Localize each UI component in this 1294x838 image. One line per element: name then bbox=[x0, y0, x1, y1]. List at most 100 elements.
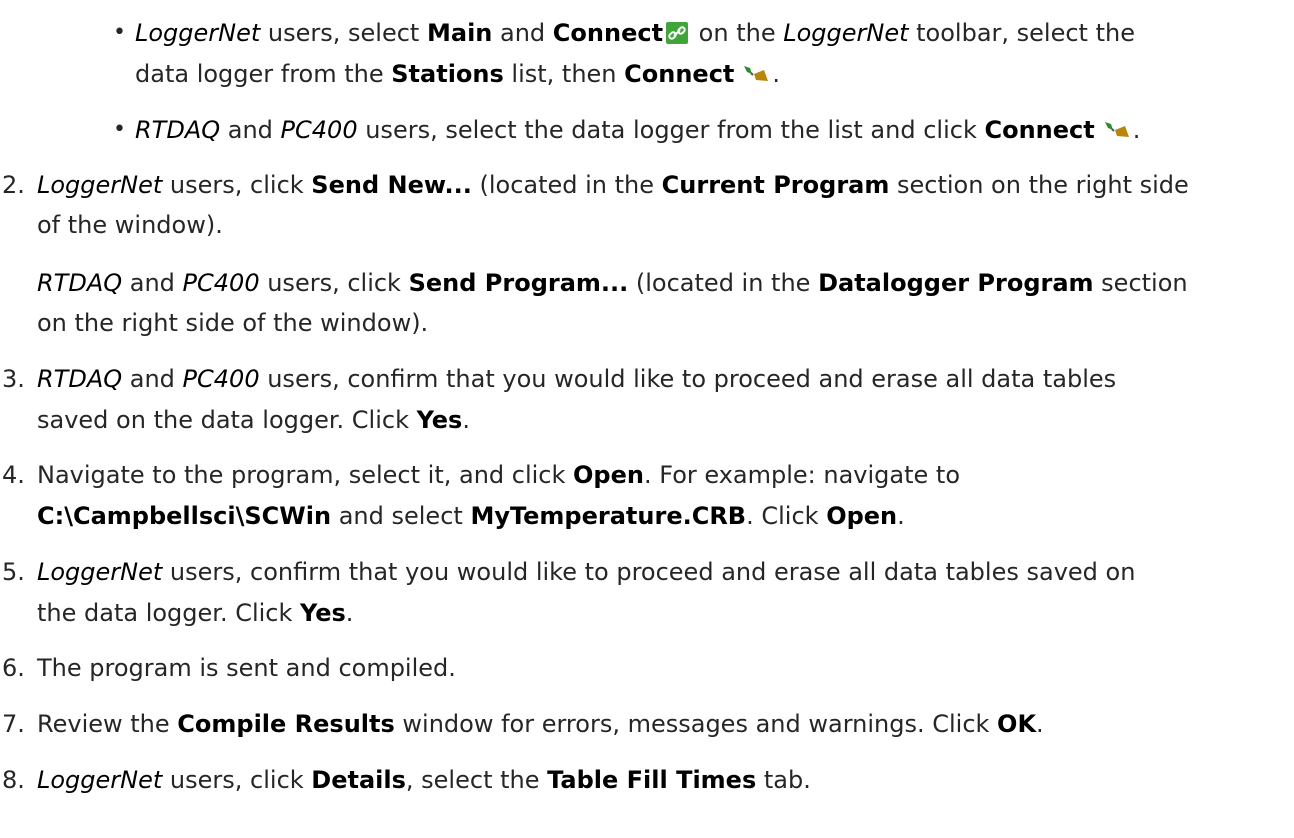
text-run: users, select the data logger from the l… bbox=[357, 116, 985, 144]
text-run: . bbox=[462, 406, 470, 434]
step-number: 6. bbox=[2, 654, 25, 682]
text-line: RTDAQ and PC400 users, click Send Progra… bbox=[37, 264, 1188, 302]
ui-term: Yes bbox=[416, 406, 463, 434]
product-name: LoggerNet bbox=[37, 558, 163, 586]
text-run: list, then bbox=[503, 60, 625, 88]
plug-icon-wrapper bbox=[742, 60, 770, 88]
text-line: The program is sent and compiled. bbox=[37, 649, 456, 687]
ui-term: C:\Campbellsci\SCWin bbox=[37, 502, 332, 530]
ui-term: Connect bbox=[624, 60, 735, 88]
product-name: PC400 bbox=[280, 116, 358, 144]
text-run: and bbox=[492, 19, 553, 47]
text-run: saved on the data logger. Click bbox=[37, 406, 417, 434]
ui-term: Table Fill Times bbox=[547, 766, 757, 794]
product-name: LoggerNet bbox=[135, 19, 261, 47]
text-run: and bbox=[220, 116, 281, 144]
text-line: LoggerNet users, click Send New... (loca… bbox=[37, 166, 1189, 204]
text-line: Navigate to the program, select it, and … bbox=[37, 456, 960, 494]
bullet-marker: • bbox=[113, 117, 126, 142]
text-line: the data logger. Click Yes. bbox=[37, 594, 353, 632]
text-run: window for errors, messages and warnings… bbox=[394, 710, 998, 738]
text-run: users, confirm that you would like to pr… bbox=[259, 365, 1117, 393]
step-number: 2. bbox=[2, 171, 25, 199]
ui-term: OK bbox=[997, 710, 1037, 738]
product-name: RTDAQ bbox=[37, 365, 123, 393]
ui-term: Connect bbox=[984, 116, 1095, 144]
text-run: the data logger. Click bbox=[37, 599, 301, 627]
ui-term: Current Program bbox=[661, 171, 890, 199]
ui-term: Yes bbox=[300, 599, 346, 627]
step-number: 5. bbox=[2, 558, 25, 586]
ui-term: Stations bbox=[391, 60, 504, 88]
product-name: LoggerNet bbox=[37, 766, 163, 794]
step-number: 4. bbox=[2, 461, 25, 489]
product-name: RTDAQ bbox=[37, 269, 123, 297]
text-run: The program is sent and compiled. bbox=[37, 654, 456, 682]
document-page: • LoggerNet users, select Main and Connec… bbox=[0, 0, 1294, 838]
ui-term: Datalogger Program bbox=[818, 269, 1094, 297]
text-line: of the window). bbox=[37, 206, 223, 244]
text-line: LoggerNet users, click Details, select t… bbox=[37, 761, 811, 799]
text-run: . For example: navigate to bbox=[643, 461, 961, 489]
text-run: (located in the bbox=[471, 171, 662, 199]
product-name: PC400 bbox=[182, 365, 260, 393]
plug-icon-wrapper bbox=[1103, 116, 1131, 144]
text-run: . bbox=[897, 502, 905, 530]
text-line: RTDAQ and PC400 users, confirm that you … bbox=[37, 360, 1116, 398]
ui-term: Send New... bbox=[311, 171, 472, 199]
text-run: data logger from the bbox=[135, 60, 392, 88]
text-line: on the right side of the window). bbox=[37, 304, 428, 342]
text-line: data logger from the Stations list, then… bbox=[135, 55, 780, 93]
ui-term: Details bbox=[311, 766, 406, 794]
plug-icon bbox=[744, 66, 769, 81]
ui-term: Open bbox=[573, 461, 644, 489]
text-line: RTDAQ and PC400 users, select the data l… bbox=[135, 111, 1140, 149]
text-line: LoggerNet users, confirm that you would … bbox=[37, 553, 1135, 591]
text-run: toolbar, select the bbox=[908, 19, 1135, 47]
text-run: . Click bbox=[746, 502, 827, 530]
product-name: LoggerNet bbox=[37, 171, 163, 199]
plug-icon bbox=[1104, 122, 1129, 137]
text-run: . bbox=[772, 60, 781, 88]
text-run: tab. bbox=[756, 766, 811, 794]
ui-term: Send Program... bbox=[408, 269, 629, 297]
ui-term: MyTemperature.CRB bbox=[470, 502, 747, 530]
text-line: LoggerNet users, select Main and Connect… bbox=[135, 14, 1135, 52]
product-name: PC400 bbox=[182, 269, 260, 297]
text-run: and select bbox=[331, 502, 471, 530]
text-run: (located in the bbox=[628, 269, 819, 297]
ui-term: Connect bbox=[552, 19, 664, 47]
text-run: . bbox=[345, 599, 354, 627]
link-icon-wrapper bbox=[665, 19, 689, 47]
text-run: and bbox=[122, 269, 183, 297]
text-run: Navigate to the program, select it, and … bbox=[37, 461, 574, 489]
ui-term: Main bbox=[426, 19, 493, 47]
text-run: on the bbox=[691, 19, 784, 47]
text-line: Review the Compile Results window for er… bbox=[37, 705, 1044, 743]
text-run: section on the right side bbox=[889, 171, 1189, 199]
product-name: RTDAQ bbox=[135, 116, 221, 144]
text-run: users, select bbox=[260, 19, 427, 47]
text-run: on the right side of the window). bbox=[37, 309, 429, 337]
text-run: section bbox=[1093, 269, 1188, 297]
step-number: 7. bbox=[2, 710, 25, 738]
link-icon bbox=[666, 22, 689, 44]
text-run: and bbox=[122, 365, 183, 393]
bullet-marker: • bbox=[113, 20, 126, 45]
text-line: C:\Campbellsci\SCWin and select MyTemper… bbox=[37, 497, 905, 535]
text-run: of the window). bbox=[37, 211, 223, 239]
ui-term: Compile Results bbox=[177, 710, 395, 738]
product-name: LoggerNet bbox=[783, 19, 909, 47]
step-number: 3. bbox=[2, 365, 25, 393]
text-run: users, click bbox=[162, 766, 312, 794]
text-run: users, click bbox=[259, 269, 409, 297]
step-number: 8. bbox=[2, 766, 25, 794]
text-line: saved on the data logger. Click Yes. bbox=[37, 401, 470, 439]
ui-term: Open bbox=[826, 502, 898, 530]
text-run: , select the bbox=[405, 766, 548, 794]
text-run: users, confirm that you would like to pr… bbox=[162, 558, 1136, 586]
text-run: users, click bbox=[162, 171, 312, 199]
text-run: . bbox=[1132, 116, 1141, 144]
text-run: . bbox=[1036, 710, 1044, 738]
text-run: Review the bbox=[37, 710, 178, 738]
